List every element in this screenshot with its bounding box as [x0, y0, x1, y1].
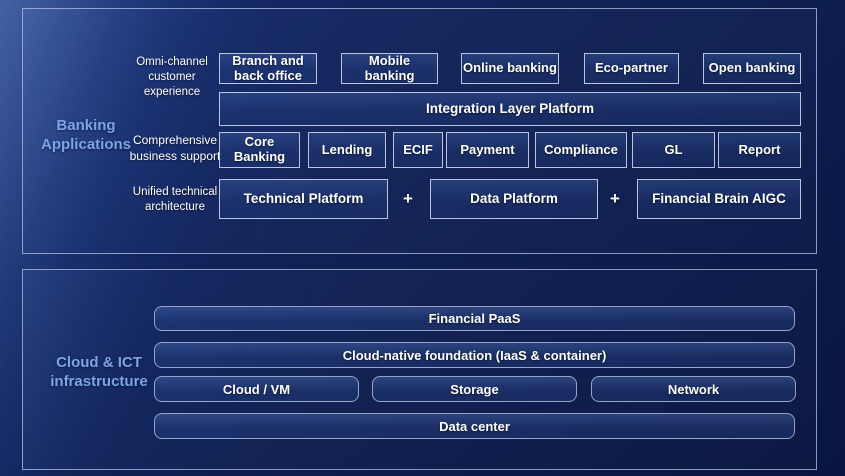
box-payment: Payment	[446, 132, 529, 168]
box-lending: Lending	[308, 132, 386, 168]
box-financial-brain-aigc: Financial Brain AIGC	[637, 179, 801, 219]
box-integration-layer-platform: Integration Layer Platform	[219, 92, 801, 126]
box-data-center: Data center	[154, 413, 795, 439]
box-ecif: ECIF	[393, 132, 443, 168]
box-report: Report	[718, 132, 801, 168]
box-data-platform: Data Platform	[430, 179, 598, 219]
cloud-ict-label: Cloud & ICT infrastructure	[33, 354, 165, 392]
plus-sign: +	[605, 179, 625, 219]
box-gl: GL	[632, 132, 715, 168]
box-eco-partner: Eco-partner	[584, 53, 679, 84]
box-technical-platform: Technical Platform	[219, 179, 388, 219]
box-storage: Storage	[372, 376, 577, 402]
box-open-banking: Open banking	[703, 53, 801, 84]
box-online-banking: Online banking	[461, 53, 559, 84]
banking-applications-panel: Banking Applications Omni-channel custom…	[22, 8, 817, 254]
box-core-banking: Core Banking	[219, 132, 300, 168]
cloud-ict-panel: Cloud & ICT infrastructure Financial Paa…	[22, 269, 817, 470]
box-mobile-banking: Mobile banking	[341, 53, 438, 84]
plus-sign: +	[398, 179, 418, 219]
box-financial-paas: Financial PaaS	[154, 306, 795, 331]
box-branch-back-office: Branch and back office	[219, 53, 317, 84]
box-network: Network	[591, 376, 796, 402]
box-cloud-native-foundation: Cloud-native foundation (IaaS & containe…	[154, 342, 795, 368]
box-compliance: Compliance	[535, 132, 627, 168]
box-cloud-vm: Cloud / VM	[154, 376, 359, 402]
